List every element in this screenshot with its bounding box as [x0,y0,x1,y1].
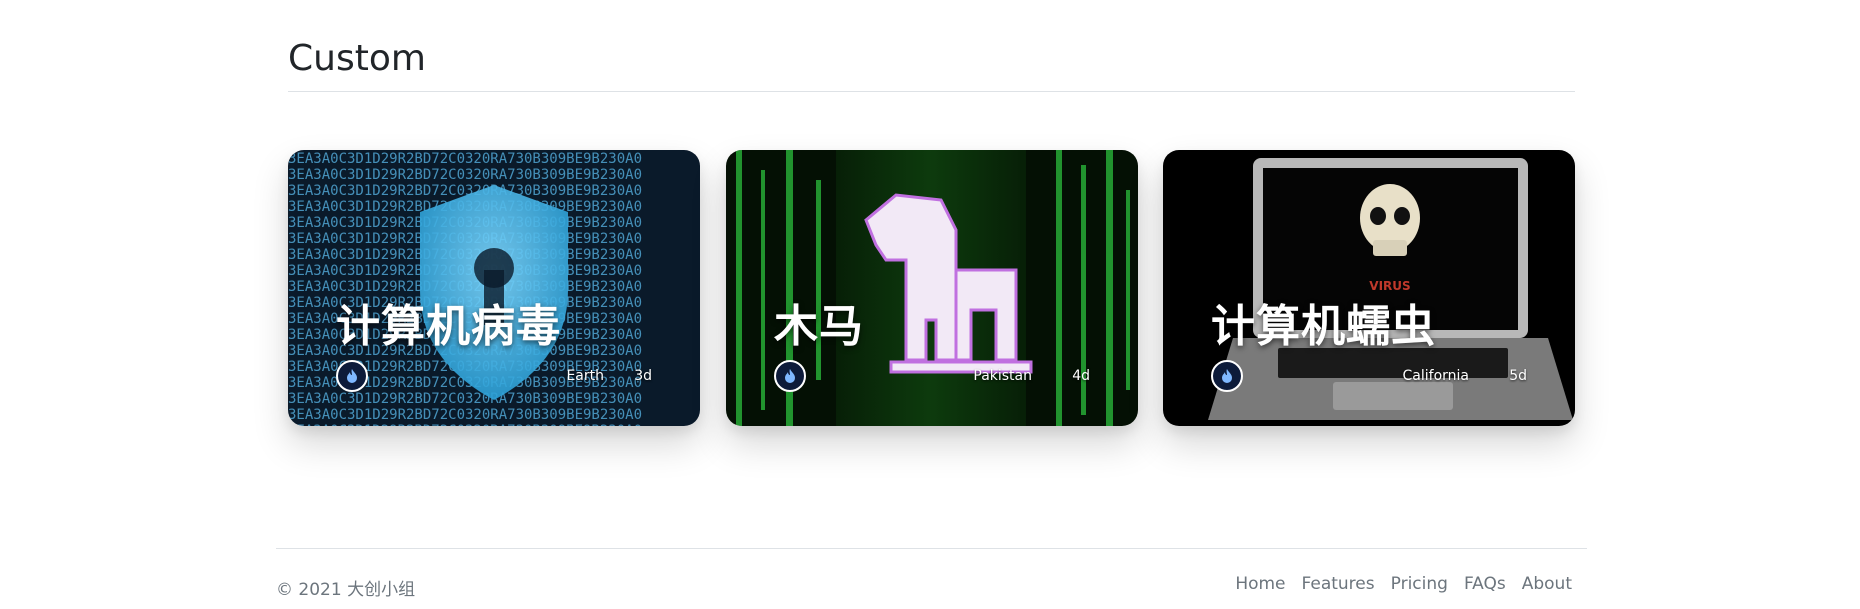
section-divider [288,91,1575,92]
card-time: 4d [1072,368,1090,384]
footer-divider [276,548,1587,549]
card-meta: California 5d [1211,360,1527,394]
card-title: 木马 [774,301,864,352]
footer-link-faqs[interactable]: FAQs [1456,574,1514,594]
card-location: Earth [566,368,604,384]
section-title: Custom [288,38,426,79]
flame-icon [774,360,806,392]
footer-link-pricing[interactable]: Pricing [1383,574,1456,594]
card-title: 计算机蠕虫 [1211,301,1436,352]
footer-link-features[interactable]: Features [1294,574,1383,594]
card-trojan[interactable]: 木马 Pakistan 4d [726,150,1138,426]
card-computer-virus[interactable]: 3EA3A0C3D1D29R2BD72C0320RA730B309BE9B230… [288,150,700,426]
footer-link-home[interactable]: Home [1227,574,1293,594]
card-meta: Pakistan 4d [774,360,1090,394]
card-location: Pakistan [973,368,1032,384]
footer-nav: Home Features Pricing FAQs About [1227,574,1580,594]
card-time: 3d [634,368,652,384]
card-time: 5d [1509,368,1527,384]
card-meta: Earth 3d [336,360,652,394]
footer-link-about[interactable]: About [1514,574,1580,594]
flame-icon [1211,360,1243,392]
card-title: 计算机病毒 [336,301,561,352]
footer-copyright: © 2021 大创小组 [276,580,416,600]
card-computer-worm[interactable]: VIRUS 计算机蠕虫 California 5d [1163,150,1575,426]
card-location: California [1402,368,1469,384]
flame-icon [336,360,368,392]
